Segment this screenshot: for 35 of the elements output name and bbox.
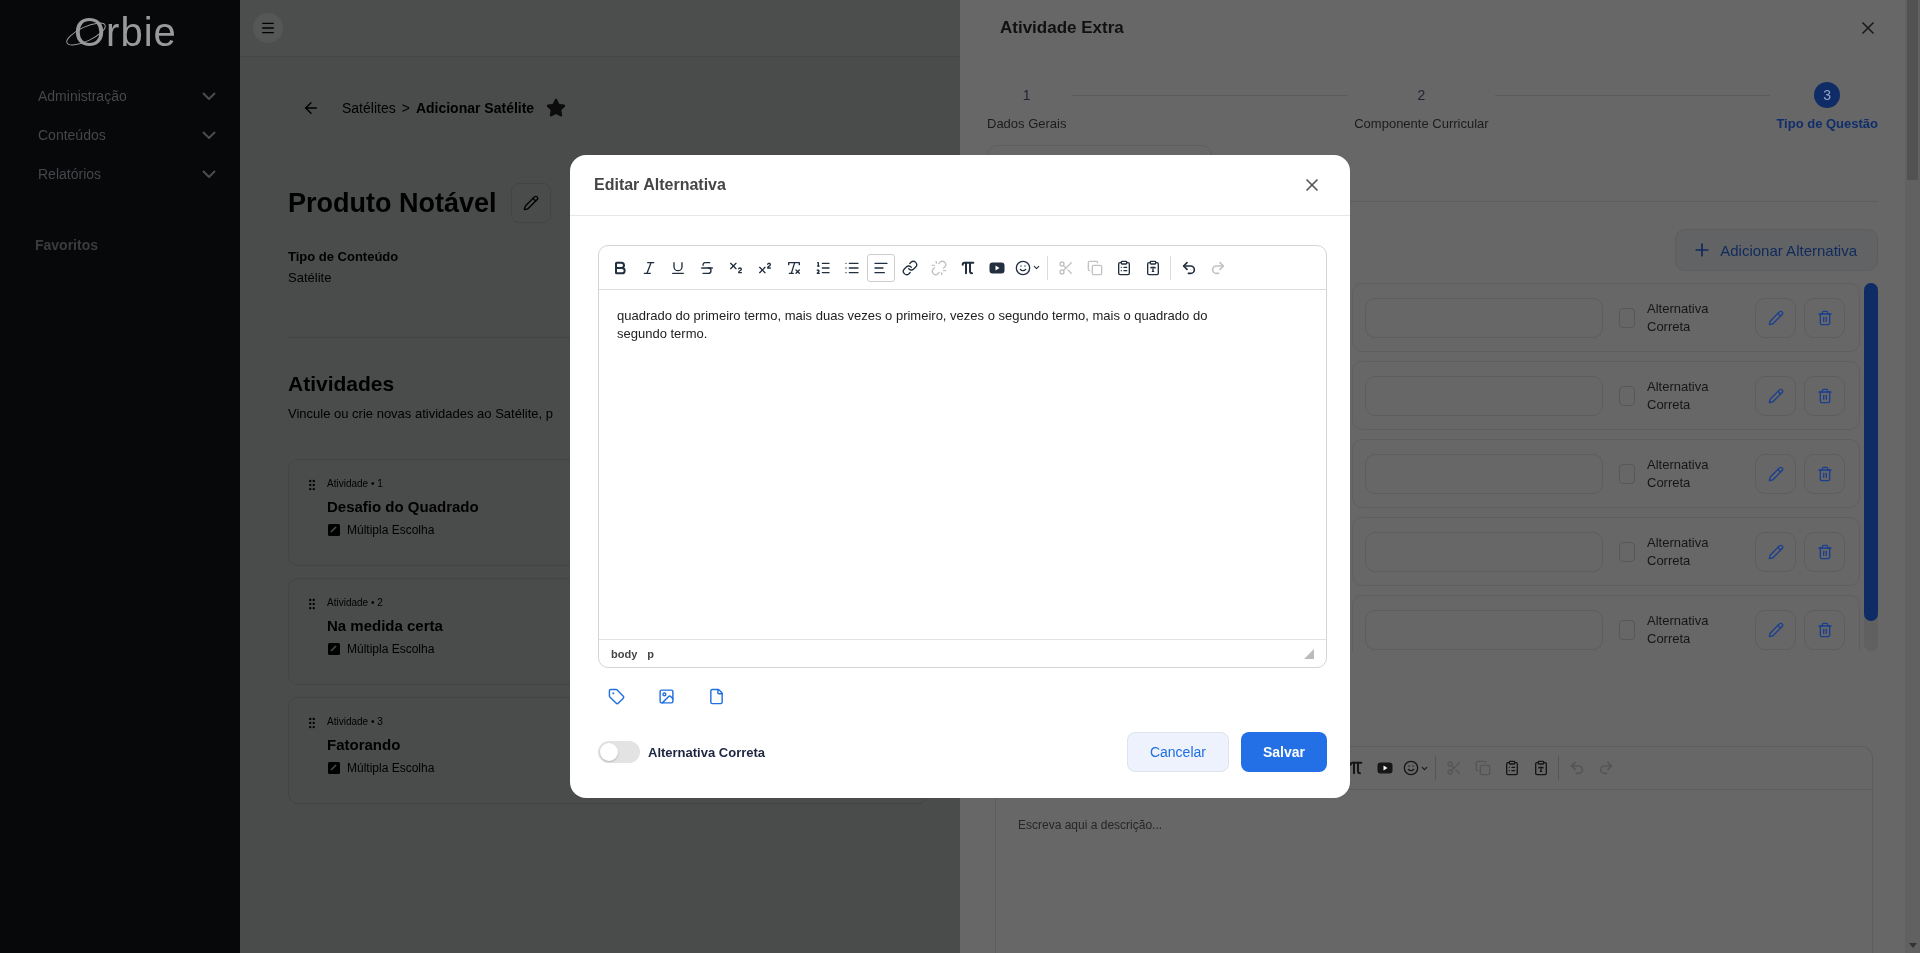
activity-title: Desafio do Quadrado (327, 498, 479, 515)
placeholder: Escreva aqui a descrição... (1017, 817, 1163, 832)
step-label: Tipo de Questão (1776, 116, 1878, 131)
activity-label: Atividade • 2 (327, 597, 383, 608)
step-label: Dados Gerais (987, 116, 1067, 131)
checkbox-label: Alternativa Correta (1647, 377, 1710, 414)
modal-title: Editar Alternativa (594, 176, 726, 194)
drawer-title: Atividade Extra (1000, 18, 1124, 38)
field-value: Satélite (288, 270, 333, 285)
nav-label: Conteúdos (38, 126, 106, 143)
page-title: Produto Notável (288, 187, 497, 219)
step-number: 3 (1814, 82, 1841, 108)
activity-label: Atividade • 1 (327, 478, 383, 489)
nav-label: Relatórios (38, 165, 102, 182)
section-subtitle: Vincule ou crie novas atividades ao Satélite, p (288, 406, 554, 421)
activity-type: Múltipla Escolha (347, 761, 435, 775)
checkbox-label: Alternativa Correta (1647, 299, 1710, 336)
nav-label: Administração (38, 87, 127, 104)
checkbox-label: Alternativa Correta (1647, 455, 1710, 492)
checkbox-label: Alternativa Correta (1647, 611, 1710, 648)
activity-title: Na medida certa (327, 617, 443, 634)
activity-label: Atividade • 3 (327, 716, 383, 727)
breadcrumb-current: Adicionar Satélite (415, 100, 535, 116)
checkbox-label: Alternativa Correta (1647, 533, 1710, 570)
editor-text: quadrado do primeiro termo, mais duas vezes o primeiro, vezes o segundo termo, mais o quadrado do segundo termo. (617, 307, 1209, 343)
step-number: 1 (1021, 86, 1032, 105)
field-label: Tipo de Conteúdo (288, 249, 400, 264)
step-label: Componente Curricular (1354, 116, 1489, 131)
activity-type: Múltipla Escolha (347, 523, 435, 537)
toggle-label: Alternativa Correta (648, 744, 766, 760)
activity-title: Fatorando (327, 736, 401, 753)
breadcrumb-separator: > (401, 100, 410, 116)
step-number: 2 (1416, 86, 1427, 105)
activity-type: Múltipla Escolha (347, 642, 435, 656)
section-title: Atividades (288, 372, 396, 396)
